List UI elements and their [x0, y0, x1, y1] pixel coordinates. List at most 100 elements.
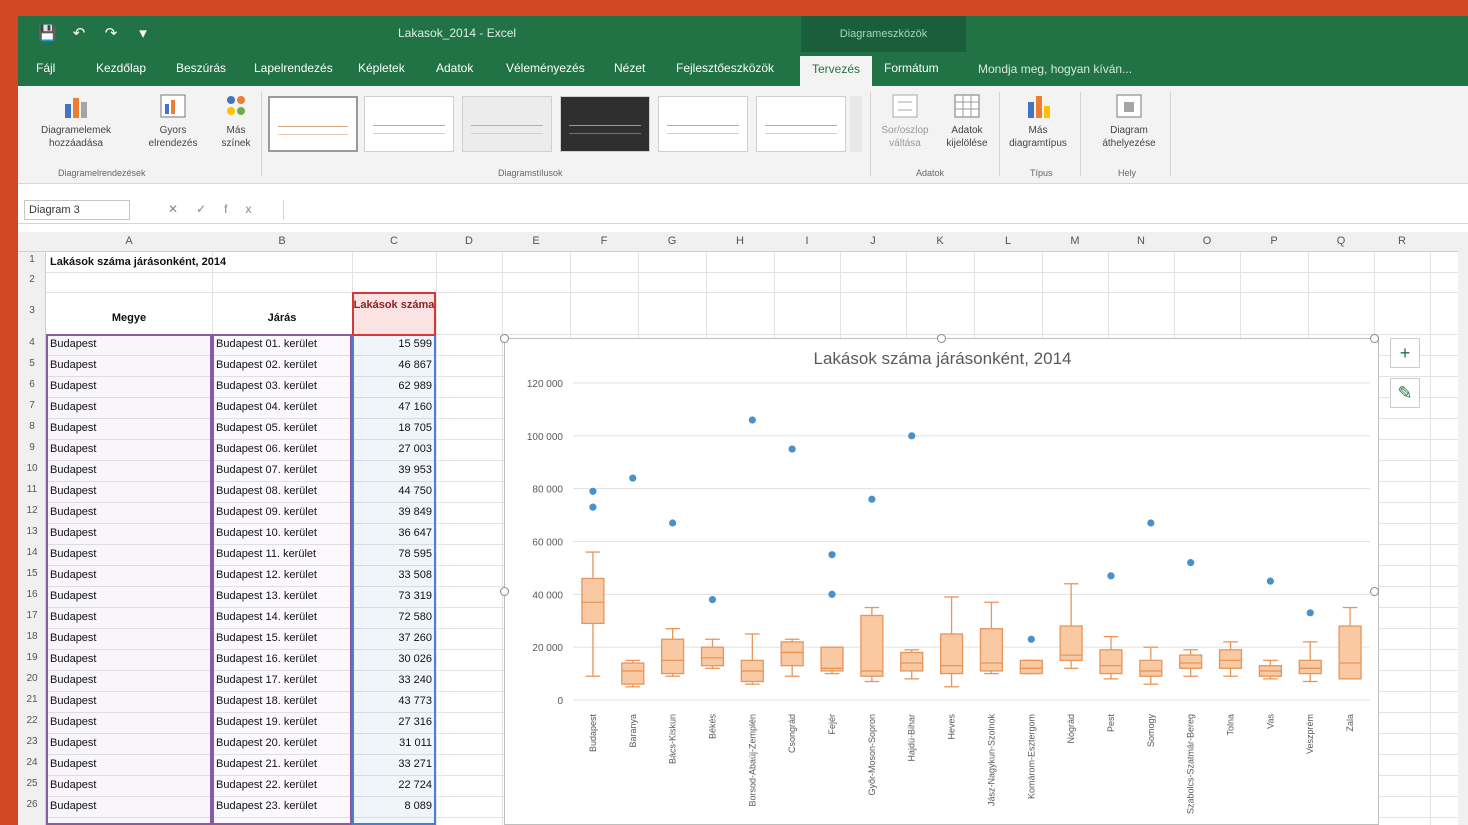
row-header[interactable]: 10: [18, 463, 46, 474]
cell-jaras[interactable]: Budapest 09. kerület: [216, 506, 350, 518]
tab-formátum[interactable]: Formátum: [884, 61, 939, 75]
cell-jaras[interactable]: Budapest 13. kerület: [216, 590, 350, 602]
row-header[interactable]: 26: [18, 799, 46, 810]
row-header[interactable]: 3: [18, 305, 46, 316]
cell-megye[interactable]: Budapest: [50, 485, 208, 497]
chart-style-2[interactable]: [364, 96, 454, 152]
row-header[interactable]: 2: [18, 274, 46, 285]
tab-fájl[interactable]: Fájl: [36, 61, 55, 75]
chart-style-5[interactable]: [658, 96, 748, 152]
row-header[interactable]: 24: [18, 757, 46, 768]
cell-lakasok[interactable]: 78 595: [352, 548, 432, 560]
cell-megye[interactable]: Budapest: [50, 464, 208, 476]
cell-megye[interactable]: Budapest: [50, 443, 208, 455]
cell-lakasok[interactable]: 27 316: [352, 716, 432, 728]
column-header-E[interactable]: E: [502, 235, 570, 247]
chart-style-1[interactable]: [268, 96, 358, 152]
column-header-A[interactable]: A: [46, 235, 212, 247]
cell-jaras[interactable]: Budapest 22. kerület: [216, 779, 350, 791]
row-header[interactable]: 8: [18, 421, 46, 432]
cell-lakasok[interactable]: 33 271: [352, 758, 432, 770]
cell-lakasok[interactable]: 47 160: [352, 401, 432, 413]
cell-jaras[interactable]: Budapest 02. kerület: [216, 359, 350, 371]
cell-megye[interactable]: Budapest: [50, 632, 208, 644]
tab-adatok[interactable]: Adatok: [436, 61, 473, 75]
cell-megye[interactable]: Budapest: [50, 401, 208, 413]
cell-jaras[interactable]: Budapest 05. kerület: [216, 422, 350, 434]
column-header-J[interactable]: J: [840, 235, 906, 247]
column-header-P[interactable]: P: [1240, 235, 1308, 247]
tab-fejlesztőeszközök[interactable]: Fejlesztőeszközök: [676, 61, 774, 75]
cell-jaras[interactable]: Budapest 14. kerület: [216, 611, 350, 623]
fx-icon[interactable]: fx: [224, 202, 269, 216]
cell-jaras[interactable]: Budapest 18. kerület: [216, 695, 350, 707]
cell-lakasok[interactable]: 8 089: [352, 800, 432, 812]
name-box[interactable]: Diagram 3: [24, 200, 130, 220]
chart-resize-handle[interactable]: [1370, 334, 1379, 343]
row-header[interactable]: 16: [18, 589, 46, 600]
cell-lakasok[interactable]: 39 953: [352, 464, 432, 476]
change-chart-type-button[interactable]: Más diagramtípus: [1004, 92, 1072, 150]
cell-lakasok[interactable]: 22 724: [352, 779, 432, 791]
column-header-G[interactable]: G: [638, 235, 706, 247]
cell-jaras[interactable]: Budapest 16. kerület: [216, 653, 350, 665]
cell-lakasok[interactable]: 39 849: [352, 506, 432, 518]
cell-lakasok[interactable]: 30 026: [352, 653, 432, 665]
cell-lakasok[interactable]: 44 750: [352, 485, 432, 497]
chart-styles-brush-button[interactable]: ✎: [1390, 378, 1420, 408]
cell-jaras[interactable]: Budapest 15. kerület: [216, 632, 350, 644]
cell-megye[interactable]: Budapest: [50, 716, 208, 728]
cell-jaras[interactable]: Budapest 11. kerület: [216, 548, 350, 560]
cell-lakasok[interactable]: 33 508: [352, 569, 432, 581]
row-header[interactable]: 9: [18, 442, 46, 453]
column-header-L[interactable]: L: [974, 235, 1042, 247]
chart-resize-handle[interactable]: [1370, 587, 1379, 596]
row-header[interactable]: 5: [18, 358, 46, 369]
cell-lakasok[interactable]: 36 647: [352, 527, 432, 539]
cancel-icon[interactable]: ✕: [168, 202, 196, 216]
enter-icon[interactable]: ✓: [196, 202, 224, 216]
row-header[interactable]: 22: [18, 715, 46, 726]
cell-lakasok[interactable]: 27 003: [352, 443, 432, 455]
cell-megye[interactable]: Budapest: [50, 611, 208, 623]
row-header[interactable]: 12: [18, 505, 46, 516]
cell-jaras[interactable]: Budapest 20. kerület: [216, 737, 350, 749]
cell-jaras[interactable]: Budapest 10. kerület: [216, 527, 350, 539]
row-header[interactable]: 13: [18, 526, 46, 537]
column-header-F[interactable]: F: [570, 235, 638, 247]
move-chart-button[interactable]: Diagram áthelyezése: [1090, 92, 1168, 150]
chart-style-6[interactable]: [756, 96, 846, 152]
cell-jaras[interactable]: Budapest 07. kerület: [216, 464, 350, 476]
cell-jaras[interactable]: Budapest 08. kerület: [216, 485, 350, 497]
column-header-O[interactable]: O: [1174, 235, 1240, 247]
tab-lapelrendezés[interactable]: Lapelrendezés: [254, 61, 333, 75]
cell-lakasok[interactable]: 43 773: [352, 695, 432, 707]
row-header[interactable]: 6: [18, 379, 46, 390]
tab-képletek[interactable]: Képletek: [358, 61, 405, 75]
tell-me-search[interactable]: Mondja meg, hogyan kíván...: [978, 62, 1132, 76]
customize-icon[interactable]: ▾: [134, 24, 152, 42]
cell-jaras[interactable]: Budapest 17. kerület: [216, 674, 350, 686]
row-header[interactable]: 23: [18, 736, 46, 747]
cell-jaras[interactable]: Budapest 19. kerület: [216, 716, 350, 728]
row-header[interactable]: 11: [18, 484, 46, 495]
cell-lakasok[interactable]: 46 867: [352, 359, 432, 371]
quick-layout-button[interactable]: Gyors elrendezés: [138, 92, 208, 150]
cell-megye[interactable]: Budapest: [50, 695, 208, 707]
column-header-K[interactable]: K: [906, 235, 974, 247]
cell-lakasok[interactable]: 15 599: [352, 338, 432, 350]
tab-véleményezés[interactable]: Véleményezés: [506, 61, 585, 75]
column-header-H[interactable]: H: [706, 235, 774, 247]
tab-kezdőlap[interactable]: Kezdőlap: [96, 61, 146, 75]
column-header-Q[interactable]: Q: [1308, 235, 1374, 247]
redo-icon[interactable]: ↷: [102, 24, 120, 42]
column-header-B[interactable]: B: [212, 235, 352, 247]
row-header[interactable]: 20: [18, 673, 46, 684]
add-chart-element-plus-button[interactable]: +: [1390, 338, 1420, 368]
cell-megye[interactable]: Budapest: [50, 527, 208, 539]
row-header[interactable]: 17: [18, 610, 46, 621]
cell-megye[interactable]: Budapest: [50, 779, 208, 791]
save-icon[interactable]: 💾: [38, 24, 57, 42]
cell-lakasok[interactable]: 18 705: [352, 422, 432, 434]
chart-resize-handle[interactable]: [500, 587, 509, 596]
